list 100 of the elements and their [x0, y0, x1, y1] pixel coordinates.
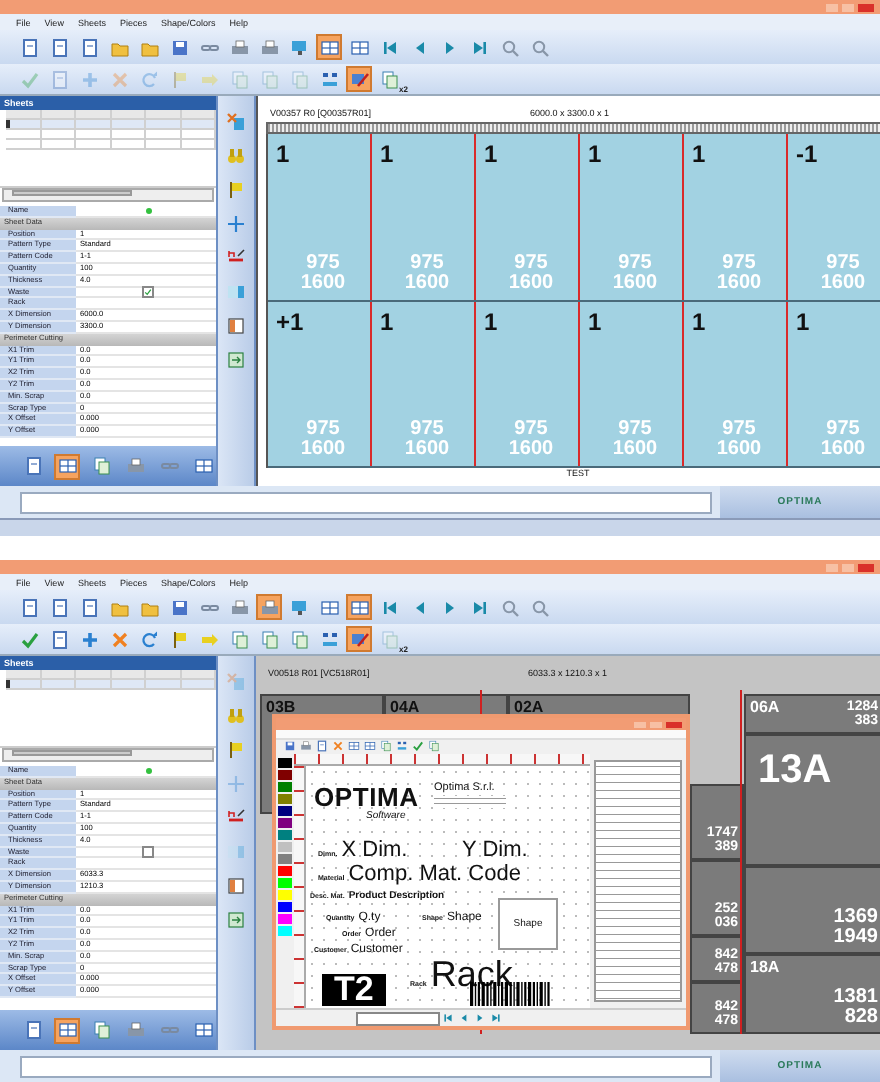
stacked-pages-button[interactable] [380, 740, 394, 754]
label-field[interactable]: Y Dim. [462, 838, 528, 862]
skip-end-button[interactable] [490, 1011, 504, 1025]
color-swatch[interactable] [278, 794, 292, 804]
printer-button[interactable] [300, 740, 314, 754]
rack-tag[interactable]: T2 [322, 974, 386, 1006]
label-field[interactable]: Rack [430, 954, 513, 996]
grid-button[interactable] [364, 740, 378, 754]
scroll-bar[interactable] [2, 188, 214, 202]
label-field[interactable]: X Dim. [341, 838, 408, 862]
page-icon [79, 597, 99, 617]
glass-piece[interactable]: 1369 1949 [744, 866, 880, 954]
color-swatch[interactable] [278, 806, 292, 816]
stacked-pages-button[interactable] [88, 1017, 114, 1043]
grid-button[interactable] [190, 453, 216, 479]
right-triangle-icon [474, 1011, 486, 1023]
close-button[interactable] [858, 3, 874, 11]
stacked-pages-button[interactable] [226, 626, 252, 652]
color-swatch[interactable] [278, 830, 292, 840]
table-row[interactable] [6, 130, 216, 140]
close-button[interactable] [858, 563, 874, 571]
page-icon [49, 37, 69, 57]
plus-icon [79, 629, 99, 649]
grid-button[interactable] [190, 1017, 216, 1043]
color-swatch[interactable] [278, 770, 292, 780]
brush-button[interactable] [346, 66, 372, 92]
stacked-pages-button[interactable] [428, 740, 442, 754]
field-list[interactable] [594, 760, 682, 1002]
glass-piece[interactable]: +1 975 1600 [268, 301, 372, 466]
color-swatch[interactable] [278, 914, 292, 924]
color-swatch[interactable] [278, 758, 292, 768]
close-button[interactable] [666, 721, 682, 727]
color-swatch[interactable] [278, 890, 292, 900]
glass-piece[interactable]: 1 975 1600 [580, 134, 684, 299]
glass-piece[interactable]: 1 975 1600 [476, 134, 580, 299]
grid-icon [57, 456, 77, 476]
grid-button[interactable] [348, 740, 362, 754]
piece-width: 975 [826, 253, 860, 273]
printer-button[interactable] [226, 34, 252, 60]
layout-button[interactable] [223, 108, 249, 134]
split-panel-button[interactable] [223, 312, 249, 338]
left-triangle-button[interactable] [458, 1011, 472, 1025]
dropdown-field[interactable] [356, 1011, 440, 1025]
brush-button[interactable] [346, 626, 372, 652]
split-panel-icon [226, 315, 246, 335]
printer-button[interactable] [256, 34, 282, 60]
glass-piece[interactable]: 1 975 1600 [476, 301, 580, 466]
printer-button[interactable] [256, 594, 282, 620]
color-swatch[interactable] [278, 854, 292, 864]
piece-count: 1 [692, 307, 706, 335]
color-swatch[interactable] [278, 782, 292, 792]
page-button[interactable] [316, 740, 330, 754]
glass-piece[interactable]: 1 975 1600 [268, 134, 372, 299]
circular-arrow-icon [139, 629, 159, 649]
sort-button[interactable] [396, 740, 410, 754]
grid-button[interactable] [54, 1017, 80, 1043]
scroll-bar[interactable] [2, 748, 214, 762]
glass-piece[interactable]: 18A 1381 828 [744, 954, 880, 1034]
disk-button[interactable] [284, 740, 298, 754]
glass-piece[interactable]: 1 975 1600 [684, 134, 788, 299]
grid-button[interactable] [316, 34, 342, 60]
color-swatch[interactable] [278, 818, 292, 828]
page-icon [23, 1020, 43, 1040]
table-arrow-button[interactable] [223, 346, 249, 372]
glass-piece[interactable]: 1 975 1600 [372, 134, 476, 299]
skip-start-button[interactable] [442, 1011, 456, 1025]
cross-button[interactable] [332, 740, 346, 754]
color-swatch[interactable] [278, 866, 292, 876]
split-panel-button[interactable] [223, 872, 249, 898]
skip-start-icon [379, 37, 399, 57]
four-way-arrow-button[interactable] [223, 210, 249, 236]
color-swatch[interactable] [278, 842, 292, 852]
glass-piece[interactable]: 1 975 1600 [580, 301, 684, 466]
printer-icon [125, 1020, 145, 1040]
glass-piece[interactable]: 1 975 1600 [684, 301, 788, 466]
panel-icon [226, 281, 246, 301]
grid-button[interactable] [54, 453, 80, 479]
piece-height: 1600 [820, 273, 866, 293]
right-triangle-button[interactable] [474, 1011, 488, 1025]
glass-piece[interactable]: 1 975 1600 [372, 301, 476, 466]
piece-height: 1600 [508, 273, 554, 293]
circular-arrow-button[interactable] [136, 626, 162, 652]
pencil-line-icon [226, 247, 246, 267]
stacked-pages-button[interactable] [88, 453, 114, 479]
label-field[interactable]: Comp. Mat. Code [348, 862, 521, 886]
color-swatch[interactable] [278, 902, 292, 912]
glass-piece[interactable]: 13A [744, 734, 880, 866]
table-arrow-button[interactable] [223, 906, 249, 932]
piece-count: 1 [692, 140, 706, 168]
glass-piece[interactable]: 1 975 1600 [788, 301, 880, 466]
glass-piece[interactable]: -1 975 1600 [788, 134, 880, 299]
binoculars-icon [226, 145, 246, 165]
table-row[interactable] [6, 140, 216, 150]
printer-button[interactable] [226, 594, 252, 620]
color-swatch[interactable] [278, 878, 292, 888]
stacked-pages-icon [379, 69, 399, 89]
grid-button[interactable] [346, 594, 372, 620]
check-button[interactable] [412, 740, 426, 754]
color-swatch[interactable] [278, 926, 292, 936]
grid-icon [364, 740, 376, 752]
